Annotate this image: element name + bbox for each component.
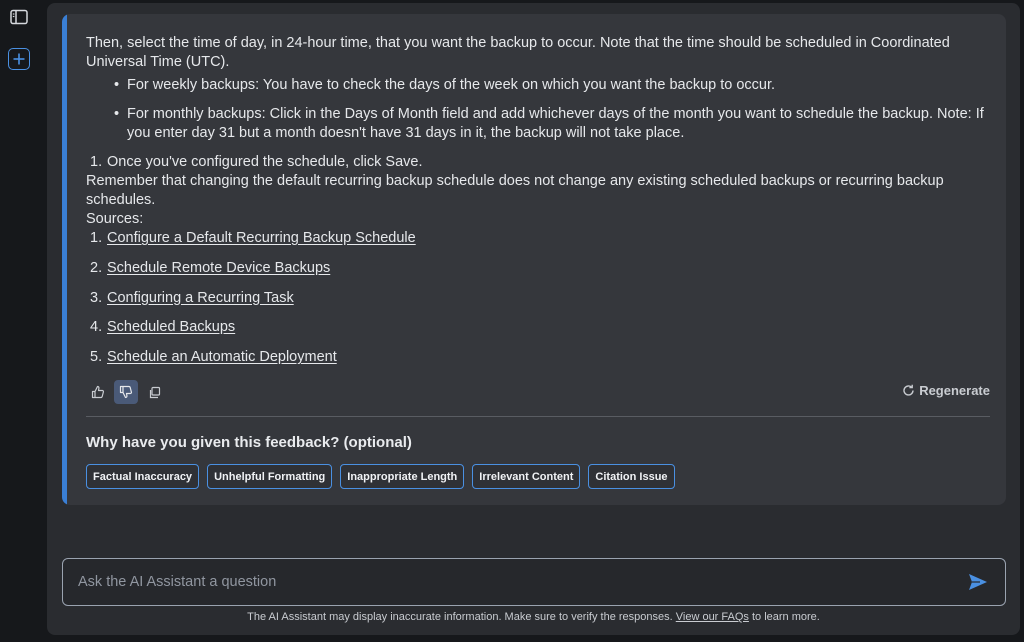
source-number: 4. bbox=[90, 319, 103, 336]
copy-button[interactable] bbox=[142, 380, 166, 404]
response-accent-bar bbox=[62, 14, 67, 505]
feedback-chip-factual-inaccuracy[interactable]: Factual Inaccuracy bbox=[86, 464, 200, 489]
refresh-icon bbox=[903, 384, 914, 396]
feedback-chip-irrelevant-content[interactable]: Irrelevant Content bbox=[472, 464, 581, 489]
new-chat-button[interactable] bbox=[8, 48, 30, 70]
regenerate-label: Regenerate bbox=[919, 383, 990, 398]
source-link-5[interactable]: Schedule an Automatic Deployment bbox=[107, 349, 337, 365]
question-input[interactable] bbox=[78, 559, 938, 604]
left-rail bbox=[0, 0, 46, 642]
response-note: Remember that changing the default recur… bbox=[86, 173, 944, 208]
source-link-1[interactable]: Configure a Default Recurring Backup Sch… bbox=[107, 230, 416, 246]
thumbs-up-icon bbox=[91, 385, 105, 399]
step-number: 1. bbox=[90, 154, 103, 170]
source-number: 1. bbox=[90, 230, 103, 246]
source-link-4[interactable]: Scheduled Backups bbox=[107, 319, 235, 335]
thumbs-up-button[interactable] bbox=[86, 380, 110, 404]
feedback-chip-citation-issue[interactable]: Citation Issue bbox=[588, 464, 675, 489]
sidebar-panel-icon bbox=[10, 9, 28, 25]
disclaimer-suffix: to learn more. bbox=[748, 611, 820, 623]
feedback-title: Why have you given this feedback? (optio… bbox=[86, 434, 412, 451]
feedback-chip-unhelpful-formatting[interactable]: Unhelpful Formatting bbox=[207, 464, 333, 489]
feedback-divider bbox=[86, 416, 990, 417]
source-item: 5. Schedule an Automatic Deployment bbox=[86, 348, 990, 367]
source-link-2[interactable]: Schedule Remote Device Backups bbox=[107, 260, 330, 276]
bullet-item-monthly: For monthly backups: Click in the Days o… bbox=[86, 105, 990, 143]
feedback-options: Factual Inaccuracy Unhelpful Formatting … bbox=[86, 464, 683, 489]
source-number: 2. bbox=[90, 259, 103, 276]
bullet-item-weekly: For weekly backups: You have to check th… bbox=[86, 76, 990, 95]
bullet-list: For weekly backups: You have to check th… bbox=[86, 76, 990, 143]
response-actions: Regenerate bbox=[86, 380, 990, 404]
response-content: Then, select the time of day, in 24-hour… bbox=[86, 34, 990, 378]
source-number: 3. bbox=[90, 289, 103, 306]
response-intro: Then, select the time of day, in 24-hour… bbox=[86, 35, 950, 70]
thumbs-down-icon bbox=[119, 385, 133, 399]
sources-label: Sources: bbox=[86, 211, 144, 227]
copy-icon bbox=[149, 386, 160, 398]
source-item: 3. Configuring a Recurring Task bbox=[86, 289, 990, 308]
sources-list: 1. Configure a Default Recurring Backup … bbox=[86, 229, 990, 367]
sidebar-toggle-button[interactable] bbox=[8, 6, 30, 28]
chat-panel: Then, select the time of day, in 24-hour… bbox=[47, 3, 1020, 635]
send-icon bbox=[969, 574, 987, 590]
plus-icon bbox=[13, 53, 25, 65]
assistant-response-card: Then, select the time of day, in 24-hour… bbox=[62, 14, 1006, 505]
step-list: 1. Once you've configured the schedule, … bbox=[86, 153, 990, 172]
step-text: Once you've configured the schedule, cli… bbox=[107, 154, 423, 170]
regenerate-button[interactable]: Regenerate bbox=[902, 383, 990, 398]
source-link-3[interactable]: Configuring a Recurring Task bbox=[107, 290, 294, 306]
step-item: 1. Once you've configured the schedule, … bbox=[86, 153, 990, 172]
composer bbox=[62, 558, 1006, 606]
source-number: 5. bbox=[90, 349, 103, 366]
send-button[interactable] bbox=[967, 571, 989, 593]
thumbs-down-button[interactable] bbox=[114, 380, 138, 404]
source-item: 2. Schedule Remote Device Backups bbox=[86, 259, 990, 278]
faq-link[interactable]: View our FAQs bbox=[676, 611, 749, 623]
source-item: 4. Scheduled Backups bbox=[86, 318, 990, 337]
source-item: 1. Configure a Default Recurring Backup … bbox=[86, 229, 990, 248]
disclaimer-text: The AI Assistant may display inaccurate … bbox=[247, 611, 676, 623]
disclaimer: The AI Assistant may display inaccurate … bbox=[47, 611, 1020, 623]
feedback-chip-inappropriate-length[interactable]: Inappropriate Length bbox=[340, 464, 465, 489]
